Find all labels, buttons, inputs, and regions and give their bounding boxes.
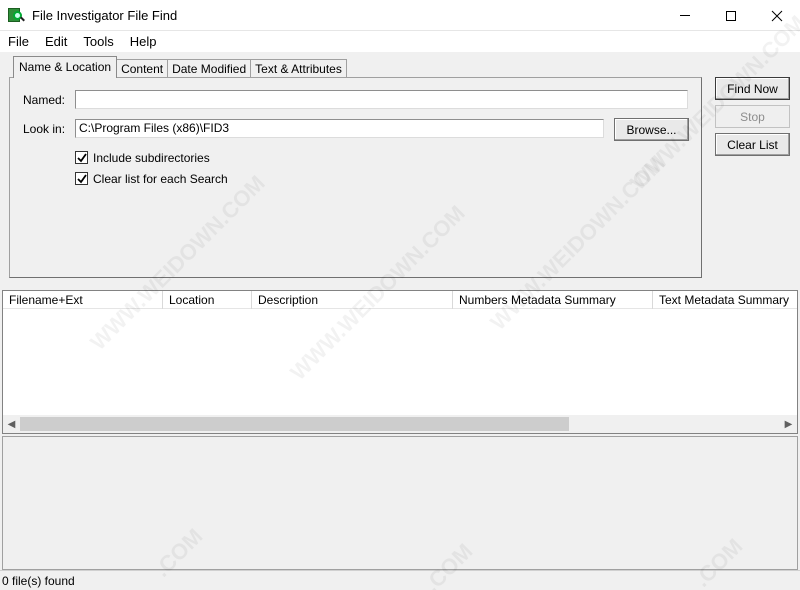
status-bar: 0 file(s) found <box>0 570 800 590</box>
maximize-button[interactable] <box>708 0 754 31</box>
window-title: File Investigator File Find <box>32 7 178 23</box>
scroll-right-icon[interactable]: ▶ <box>780 415 797 433</box>
browse-button[interactable]: Browse... <box>614 118 689 141</box>
column-header-filename[interactable]: Filename+Ext <box>3 291 163 309</box>
scroll-left-icon[interactable]: ◀ <box>3 415 20 433</box>
menu-bar: File Edit Tools Help <box>0 31 800 52</box>
tab-text-attributes[interactable]: Text & Attributes <box>250 59 347 78</box>
app-icon <box>8 7 25 23</box>
named-label: Named: <box>23 93 66 107</box>
named-input[interactable] <box>75 90 688 109</box>
lookin-input[interactable]: C:\Program Files (x86)\FID3 <box>75 119 604 138</box>
find-now-button[interactable]: Find Now <box>715 77 790 100</box>
menu-edit[interactable]: Edit <box>37 31 75 52</box>
list-header: Filename+Ext Location Description Number… <box>3 291 797 309</box>
tab-name-location[interactable]: Name & Location <box>13 56 118 78</box>
maximize-icon <box>726 10 736 21</box>
include-subdirs-checkbox[interactable] <box>75 151 88 164</box>
checkmark-icon <box>76 152 87 162</box>
minimize-icon <box>680 15 690 16</box>
title-bar: File Investigator File Find <box>0 0 800 31</box>
status-text: 0 file(s) found <box>2 574 75 588</box>
minimize-button[interactable] <box>662 0 708 31</box>
menu-help[interactable]: Help <box>122 31 165 52</box>
checkmark-icon <box>76 173 87 183</box>
column-header-description[interactable]: Description <box>252 291 453 309</box>
column-header-numbers-metadata[interactable]: Numbers Metadata Summary <box>453 291 653 309</box>
horizontal-scrollbar[interactable]: ◀ ▶ <box>3 415 797 433</box>
column-header-text-metadata[interactable]: Text Metadata Summary <box>653 291 797 309</box>
include-subdirs-label: Include subdirectories <box>93 151 210 165</box>
scrollbar-thumb[interactable] <box>20 417 569 431</box>
clear-list-checkbox[interactable] <box>75 172 88 185</box>
menu-file[interactable]: File <box>0 31 37 52</box>
menu-tools[interactable]: Tools <box>75 31 121 52</box>
close-icon <box>771 10 783 21</box>
stop-button[interactable]: Stop <box>715 105 790 128</box>
clear-list-button[interactable]: Clear List <box>715 133 790 156</box>
close-button[interactable] <box>754 0 800 31</box>
tab-strip: Name & Location Content Date Modified Te… <box>13 56 347 78</box>
clear-list-label: Clear list for each Search <box>93 172 228 186</box>
lookin-label: Look in: <box>23 122 66 136</box>
results-list[interactable]: Filename+Ext Location Description Number… <box>2 290 798 434</box>
tab-content[interactable]: Content <box>116 59 169 78</box>
detail-pane <box>2 436 798 570</box>
tab-date-modified[interactable]: Date Modified <box>167 59 252 78</box>
column-header-location[interactable]: Location <box>163 291 252 309</box>
